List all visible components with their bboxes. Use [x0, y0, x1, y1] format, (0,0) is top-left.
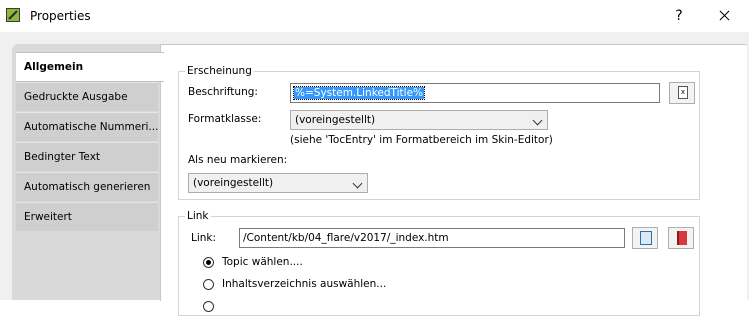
- format-class-hint: (siehe 'TocEntry' im Formatbereich im Sk…: [290, 134, 553, 146]
- link-label: Link:: [191, 232, 217, 244]
- book-icon: [677, 231, 687, 245]
- chevron-down-icon: [352, 178, 363, 189]
- caption-edit-button[interactable]: x: [669, 82, 695, 104]
- tab-automatische-nummerierung[interactable]: Automatische Nummeri...: [16, 112, 158, 141]
- topic-radio[interactable]: [203, 257, 214, 268]
- link-value: /Content/kb/04_flare/v2017/_index.htm: [243, 232, 449, 244]
- erscheinung-legend: Erscheinung: [185, 65, 254, 77]
- document-icon: x: [678, 86, 688, 99]
- caption-input[interactable]: %=System.LinkedTitle%: [290, 83, 660, 103]
- caption-value: %=System.LinkedTitle%: [293, 86, 425, 100]
- caption-label: Beschriftung:: [188, 86, 258, 98]
- tab-bedingter-text[interactable]: Bedingter Text: [16, 142, 158, 171]
- vertical-tab-strip: Allgemein Gedruckte Ausgabe Automatische…: [16, 52, 164, 300]
- link-input[interactable]: /Content/kb/04_flare/v2017/_index.htm: [239, 228, 625, 248]
- chevron-down-icon: [532, 115, 543, 126]
- format-class-value: (voreingestellt): [295, 114, 376, 126]
- link-group: Link Link: /Content/kb/04_flare/v2017/_i…: [178, 210, 700, 316]
- link-toc-button[interactable]: [668, 227, 694, 249]
- mark-new-label: Als neu markieren:: [188, 154, 288, 166]
- tab-page-allgemein: Erscheinung Beschriftung: %=System.Linke…: [160, 44, 747, 316]
- tab-allgemein[interactable]: Allgemein: [16, 52, 164, 82]
- format-class-dropdown[interactable]: (voreingestellt): [290, 110, 548, 130]
- close-button[interactable]: [709, 4, 739, 28]
- help-button[interactable]: ?: [665, 4, 693, 28]
- third-radio[interactable]: [203, 301, 214, 312]
- mark-new-value: (voreingestellt): [193, 177, 274, 189]
- erscheinung-group: Erscheinung Beschriftung: %=System.Linke…: [178, 65, 700, 200]
- window-title: Properties: [30, 9, 91, 23]
- link-browse-button[interactable]: [632, 227, 658, 249]
- topic-radio-label[interactable]: Topic wählen....: [222, 256, 303, 268]
- toc-radio[interactable]: [203, 279, 214, 290]
- tab-erweitert[interactable]: Erweitert: [16, 202, 158, 231]
- app-logo-icon: [6, 8, 20, 22]
- tab-gedruckte-ausgabe[interactable]: Gedruckte Ausgabe: [16, 82, 158, 111]
- link-legend: Link: [185, 210, 211, 222]
- tab-automatisch-generieren[interactable]: Automatisch generieren: [16, 172, 158, 201]
- browse-file-icon: [640, 231, 652, 245]
- toc-radio-label[interactable]: Inhaltsverzeichnis auswählen...: [222, 278, 386, 290]
- mark-new-dropdown[interactable]: (voreingestellt): [188, 173, 368, 193]
- format-class-label: Formatklasse:: [188, 113, 262, 125]
- title-bar: Properties ?: [0, 0, 749, 32]
